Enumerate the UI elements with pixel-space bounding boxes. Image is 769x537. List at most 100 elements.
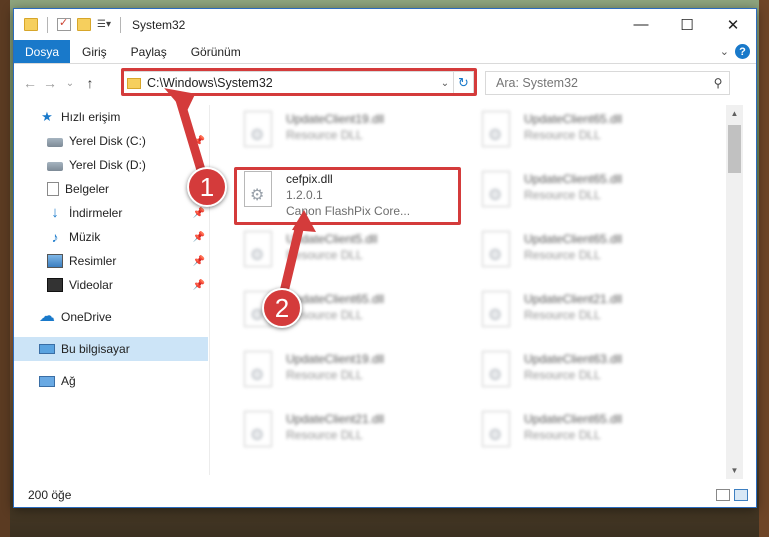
- file-description: Resource DLL: [524, 368, 601, 382]
- search-icon[interactable]: ⚲: [707, 76, 729, 90]
- divider: [47, 16, 48, 33]
- sidebar-item-onedrive[interactable]: ☁ OneDrive: [14, 305, 209, 329]
- address-path[interactable]: C:\Windows\System32: [147, 76, 437, 90]
- navigation-bar: ← → ⌄ ↑ C:\Windows\System32 ⌄ ↻ ⚲: [14, 65, 756, 101]
- file-item[interactable]: ⚙ UpdateClient65.dll Resource DLL: [476, 109, 696, 161]
- title-bar: ☰▾ System32 — ☐ ✕: [14, 9, 756, 40]
- refresh-icon[interactable]: ↻: [453, 72, 473, 94]
- ribbon-right: ⌄ ?: [720, 40, 756, 63]
- file-item[interactable]: ⚙ UpdateClient19.dll Resource DLL: [238, 349, 458, 401]
- sidebar-item-this-pc[interactable]: Bu bilgisayar: [14, 337, 208, 361]
- document-icon: [47, 182, 59, 196]
- back-button[interactable]: ←: [20, 75, 40, 91]
- file-name: UpdateClient65.dll: [524, 172, 623, 186]
- file-description: Resource DLL: [524, 308, 601, 322]
- file-item[interactable]: ⚙ UpdateClient5.dll Resource DLL: [238, 229, 458, 281]
- minimize-button[interactable]: —: [618, 9, 664, 40]
- scroll-thumb[interactable]: [728, 125, 741, 173]
- file-name: UpdateClient65.dll: [524, 412, 623, 426]
- dll-file-icon: ⚙: [476, 289, 516, 333]
- expand-ribbon-icon[interactable]: ⌄: [720, 45, 729, 58]
- item-count: 200 öğe: [28, 488, 72, 502]
- large-icons-view-icon[interactable]: [734, 489, 748, 501]
- ribbon-tabs: Dosya Giriş Paylaş Görünüm ⌄ ?: [14, 40, 756, 64]
- pin-icon[interactable]: 📌: [193, 256, 205, 267]
- search-box[interactable]: ⚲: [485, 71, 730, 95]
- file-item[interactable]: ⚙ UpdateClient21.dll Resource DLL: [476, 289, 696, 341]
- properties-icon[interactable]: [57, 16, 71, 31]
- file-name: UpdateClient19.dll: [286, 112, 385, 126]
- download-icon: ↓: [51, 204, 59, 221]
- tab-file[interactable]: Dosya: [14, 40, 70, 63]
- new-folder-icon[interactable]: [77, 18, 91, 31]
- sidebar-item-disk-c[interactable]: Yerel Disk (C:) 📌: [14, 129, 209, 153]
- dll-file-icon: ⚙: [238, 409, 278, 453]
- address-bar[interactable]: C:\Windows\System32 ⌄ ↻: [122, 71, 474, 95]
- file-item[interactable]: ⚙ UpdateClient21.dll Resource DLL: [238, 409, 458, 461]
- sidebar-item-music[interactable]: ♪ Müzik 📌: [14, 225, 209, 249]
- file-description: Resource DLL: [286, 248, 363, 262]
- file-name: UpdateClient21.dll: [524, 292, 623, 306]
- file-name: UpdateClient21.dll: [286, 412, 385, 426]
- computer-icon: [39, 344, 55, 354]
- dll-file-icon: ⚙: [476, 409, 516, 453]
- scroll-down-icon[interactable]: ▼: [726, 462, 743, 479]
- sidebar-item-label: Videolar: [69, 278, 113, 292]
- customize-toolbar-icon[interactable]: ☰▾: [97, 18, 111, 31]
- recent-locations-button[interactable]: ⌄: [60, 78, 80, 89]
- explorer-window: ☰▾ System32 — ☐ ✕ Dosya Giriş Paylaş Gör…: [13, 8, 757, 508]
- search-input[interactable]: [496, 76, 707, 90]
- file-item-cefpix[interactable]: ⚙ cefpix.dll 1.2.0.1 Canon FlashPix Core…: [238, 169, 458, 221]
- tab-share[interactable]: Paylaş: [119, 40, 179, 63]
- pin-icon[interactable]: 📌: [193, 232, 205, 243]
- sidebar-item-downloads[interactable]: ↓ İndirmeler 📌: [14, 201, 209, 225]
- file-item[interactable]: ⚙ UpdateClient19.dll Resource DLL: [238, 109, 458, 161]
- disk-icon: [47, 162, 63, 171]
- file-item[interactable]: ⚙ UpdateClient65.dll Resource DLL: [476, 409, 696, 461]
- sidebar-item-label: Hızlı erişim: [61, 110, 121, 124]
- sidebar-item-label: Ağ: [61, 374, 76, 388]
- details-view-icon[interactable]: [716, 489, 730, 501]
- network-icon: [39, 375, 55, 387]
- sidebar-item-disk-d[interactable]: Yerel Disk (D:): [14, 153, 209, 177]
- file-name: cefpix.dll: [286, 172, 333, 186]
- dll-file-icon: ⚙: [476, 169, 516, 213]
- file-item[interactable]: ⚙ UpdateClient63.dll Resource DLL: [476, 349, 696, 401]
- sidebar-item-network[interactable]: Ağ: [14, 369, 209, 393]
- pin-icon[interactable]: 📌: [193, 208, 205, 219]
- dll-file-icon: ⚙: [476, 349, 516, 393]
- sidebar-item-label: OneDrive: [61, 310, 112, 324]
- vertical-scrollbar[interactable]: ▲ ▼: [726, 105, 743, 479]
- window-controls: — ☐ ✕: [618, 9, 756, 40]
- close-button[interactable]: ✕: [710, 9, 756, 40]
- tab-home[interactable]: Giriş: [70, 40, 119, 63]
- dll-file-icon: ⚙: [476, 229, 516, 273]
- chevron-down-icon[interactable]: ⌄: [437, 78, 453, 89]
- dll-file-icon: ⚙: [476, 109, 516, 153]
- tab-view[interactable]: Görünüm: [179, 40, 253, 63]
- divider: [120, 16, 121, 33]
- sidebar-item-documents[interactable]: Belgeler: [14, 177, 209, 201]
- sidebar-item-videos[interactable]: Videolar 📌: [14, 273, 209, 297]
- sidebar-item-label: Belgeler: [65, 182, 110, 196]
- file-description: Resource DLL: [286, 128, 363, 142]
- file-name: UpdateClient5.dll: [286, 232, 378, 246]
- dll-file-icon: ⚙: [238, 169, 278, 213]
- maximize-button[interactable]: ☐: [664, 9, 710, 40]
- pin-icon[interactable]: 📌: [193, 136, 205, 147]
- cloud-icon: ☁: [39, 308, 55, 325]
- sidebar-item-label: Yerel Disk (C:): [69, 134, 146, 148]
- sidebar-item-quick-access[interactable]: ★ Hızlı erişim: [14, 105, 209, 129]
- file-item[interactable]: ⚙ UpdateClient65.dll Resource DLL: [476, 229, 696, 281]
- sidebar-item-label: Bu bilgisayar: [61, 342, 130, 356]
- forward-button[interactable]: →: [40, 75, 60, 91]
- status-bar: 200 öğe: [14, 483, 756, 507]
- help-icon[interactable]: ?: [735, 44, 750, 59]
- pin-icon[interactable]: 📌: [193, 280, 205, 291]
- navigation-pane: ★ Hızlı erişim Yerel Disk (C:) 📌 Yerel D…: [14, 105, 210, 475]
- scroll-up-icon[interactable]: ▲: [726, 105, 743, 122]
- file-item[interactable]: ⚙ UpdateClient65.dll Resource DLL: [476, 169, 696, 221]
- up-button[interactable]: ↑: [80, 75, 100, 91]
- sidebar-item-pictures[interactable]: Resimler 📌: [14, 249, 209, 273]
- file-description: Resource DLL: [286, 428, 363, 442]
